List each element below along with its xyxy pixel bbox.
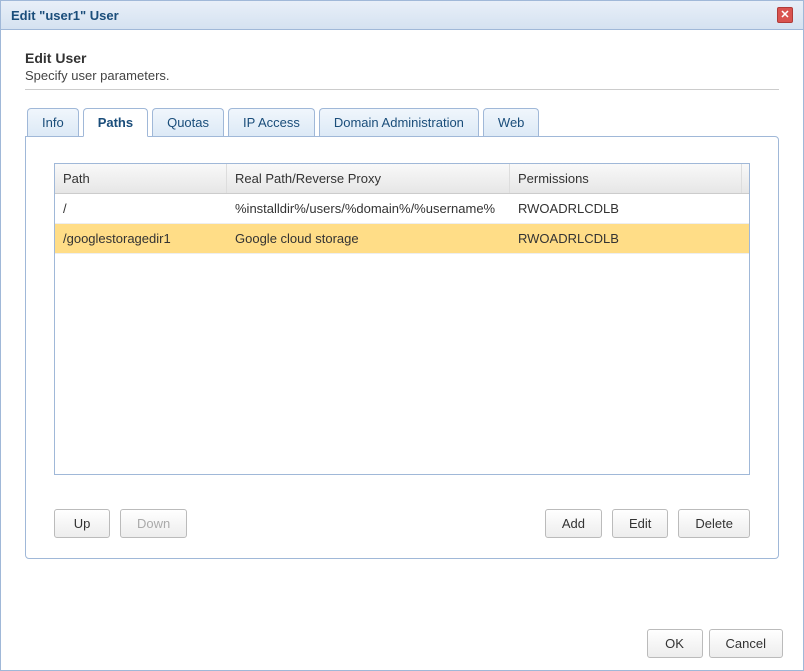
page-subtitle: Specify user parameters.	[25, 68, 779, 83]
tab-info[interactable]: Info	[27, 108, 79, 137]
move-button-group: Up Down	[54, 509, 187, 538]
edit-button[interactable]: Edit	[612, 509, 668, 538]
header-section: Edit User Specify user parameters.	[25, 50, 779, 90]
tab-quotas[interactable]: Quotas	[152, 108, 224, 137]
grid-header: Path Real Path/Reverse Proxy Permissions	[55, 164, 749, 194]
dialog-body: Edit User Specify user parameters. Info …	[1, 30, 803, 669]
tab-paths[interactable]: Paths	[83, 108, 148, 137]
cell-permissions: RWOADRLCDLB	[510, 194, 749, 223]
up-button[interactable]: Up	[54, 509, 110, 538]
col-header-spacer	[742, 164, 749, 193]
crud-button-group: Add Edit Delete	[545, 509, 750, 538]
close-icon[interactable]: ✕	[777, 7, 793, 23]
tab-strip: Info Paths Quotas IP Access Domain Admin…	[25, 108, 779, 137]
tab-web[interactable]: Web	[483, 108, 540, 137]
cell-permissions: RWOADRLCDLB	[510, 224, 749, 253]
tab-domain-admin[interactable]: Domain Administration	[319, 108, 479, 137]
col-header-permissions[interactable]: Permissions	[510, 164, 742, 193]
tab-panel-paths: Path Real Path/Reverse Proxy Permissions…	[25, 136, 779, 559]
delete-button[interactable]: Delete	[678, 509, 750, 538]
cell-path: /googlestoragedir1	[55, 224, 227, 253]
window-title: Edit "user1" User	[11, 8, 119, 23]
add-button[interactable]: Add	[545, 509, 602, 538]
table-row[interactable]: /googlestoragedir1 Google cloud storage …	[55, 224, 749, 254]
down-button[interactable]: Down	[120, 509, 187, 538]
tab-ip-access[interactable]: IP Access	[228, 108, 315, 137]
col-header-path[interactable]: Path	[55, 164, 227, 193]
grid-button-bar: Up Down Add Edit Delete	[54, 509, 750, 538]
paths-grid: Path Real Path/Reverse Proxy Permissions…	[54, 163, 750, 475]
cell-path: /	[55, 194, 227, 223]
ok-button[interactable]: OK	[647, 629, 703, 658]
edit-user-dialog: Edit "user1" User ✕ Edit User Specify us…	[0, 0, 804, 671]
cancel-button[interactable]: Cancel	[709, 629, 783, 658]
dialog-footer: OK Cancel	[647, 629, 783, 658]
page-title: Edit User	[25, 50, 779, 66]
table-row[interactable]: / %installdir%/users/%domain%/%username%…	[55, 194, 749, 224]
cell-real-path: %installdir%/users/%domain%/%username%	[227, 194, 510, 223]
titlebar: Edit "user1" User ✕	[1, 1, 803, 30]
col-header-real-path[interactable]: Real Path/Reverse Proxy	[227, 164, 510, 193]
cell-real-path: Google cloud storage	[227, 224, 510, 253]
